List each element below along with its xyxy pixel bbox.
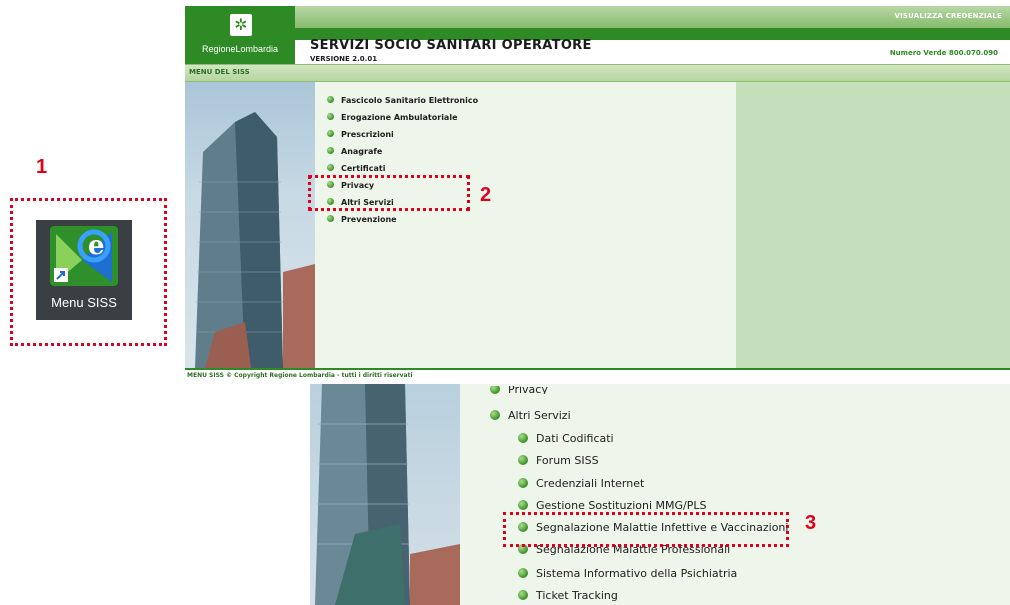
bullet-icon	[327, 96, 334, 103]
submenu-item-forum-siss[interactable]: Forum SISS	[518, 454, 599, 467]
siss-menu: Fascicolo Sanitario Elettronico Erogazio…	[315, 82, 736, 368]
bullet-icon	[327, 164, 334, 171]
menu-item-prescrizioni[interactable]: Prescrizioni	[327, 130, 394, 139]
view-credentials-link[interactable]: VISUALIZZA CREDENZIALE	[894, 12, 1002, 20]
menu-item-certificati[interactable]: Certificati	[327, 164, 385, 173]
submenu-item-credenziali[interactable]: Credenziali Internet	[518, 477, 644, 490]
page-title: SERVIZI SOCIO SANITARI OPERATORE	[310, 38, 592, 53]
menu-item-label: Fascicolo Sanitario Elettronico	[341, 96, 479, 105]
step-number-1: 1	[36, 156, 48, 178]
bullet-icon	[518, 478, 528, 488]
bullet-icon	[327, 130, 334, 137]
menu-item-label: Certificati	[341, 164, 386, 173]
menu-item-label: Prescrizioni	[341, 130, 394, 139]
logo-text: RegioneLombardia	[201, 44, 279, 54]
bullet-icon	[518, 433, 528, 443]
submenu-item-gestione-sostituzioni[interactable]: Gestione Sostituzioni MMG/PLS	[518, 499, 707, 512]
submenu-item-ticket-tracking[interactable]: Ticket Tracking	[518, 589, 618, 602]
submenu-item-dati-codificati[interactable]: Dati Codificati	[518, 432, 614, 445]
menu-item-erogazione[interactable]: Erogazione Ambulatoriale	[327, 113, 458, 122]
submenu-item-label: Gestione Sostituzioni MMG/PLS	[536, 499, 707, 512]
menu-item-label: Anagrafe	[341, 147, 383, 156]
submenu-item-label: Forum SISS	[536, 454, 599, 467]
step-number-2: 2	[480, 184, 492, 206]
title-area: SERVIZI SOCIO SANITARI OPERATORE VERSION…	[295, 38, 1010, 64]
copyright-text: MENU SISS © Copyright Regione Lombardia …	[187, 372, 413, 379]
toll-free-number: Numero Verde 800.070.090	[889, 49, 998, 57]
bullet-icon	[518, 590, 528, 600]
menu-siss-shortcut[interactable]: e Menu SISS	[36, 220, 132, 320]
submenu-parent-altri-servizi[interactable]: Altri Servizi	[490, 409, 571, 422]
step-number-3: 3	[805, 512, 817, 534]
menu-item-prevenzione[interactable]: Prevenzione	[327, 215, 397, 224]
submenu-item-label: Ticket Tracking	[536, 589, 618, 602]
menu-header: MENU DEL SISS	[185, 64, 1010, 82]
menu-header-label: MENU DEL SISS	[189, 68, 250, 76]
bullet-icon	[518, 455, 528, 465]
submenu-detail: Privacy Altri Servizi Dati Codificati Fo…	[310, 384, 1010, 605]
highlight-box-2	[308, 175, 470, 211]
bullet-icon	[518, 568, 528, 578]
skyscraper-image-detail	[315, 384, 460, 605]
bullet-icon	[518, 500, 528, 510]
submenu-item-label: Privacy	[508, 386, 548, 394]
skyscraper-image	[195, 112, 315, 368]
menu-siss-app-icon: e	[50, 226, 118, 286]
bullet-icon	[490, 386, 500, 394]
submenu-item-label: Sistema Informativo della Psichiatria	[536, 567, 738, 580]
submenu-item-label: Altri Servizi	[508, 409, 571, 422]
building-photo	[185, 82, 315, 368]
footer: MENU SISS © Copyright Regione Lombardia …	[185, 368, 1010, 382]
version-label: VERSIONE 2.0.01	[310, 55, 378, 63]
building-photo-detail	[310, 384, 460, 605]
menu-item-anagrafe[interactable]: Anagrafe	[327, 147, 382, 156]
submenu-list: Privacy Altri Servizi Dati Codificati Fo…	[460, 384, 1010, 605]
bullet-icon	[327, 113, 334, 120]
shortcut-arrow-icon	[54, 268, 68, 282]
bullet-icon	[490, 410, 500, 420]
menu-item-label: Erogazione Ambulatoriale	[341, 113, 458, 122]
submenu-item-label: Credenziali Internet	[536, 477, 645, 490]
menu-item-label: Prevenzione	[341, 215, 397, 224]
submenu-item-label: Dati Codificati	[536, 432, 614, 445]
shortcut-label: Menu SISS	[51, 295, 117, 310]
svg-text:e: e	[88, 231, 105, 261]
bullet-icon	[327, 215, 334, 222]
lombardia-rose-icon: ✲	[230, 14, 252, 36]
bullet-icon	[327, 147, 334, 154]
content-panel	[736, 82, 1010, 368]
highlight-box-3	[503, 512, 789, 547]
regione-lombardia-logo: ✲ RegioneLombardia	[185, 6, 295, 64]
submenu-cut-item: Privacy	[490, 386, 548, 394]
menu-item-fascicolo[interactable]: Fascicolo Sanitario Elettronico	[327, 96, 478, 105]
submenu-item-psichiatria[interactable]: Sistema Informativo della Psichiatria	[518, 567, 737, 580]
top-bar: VISUALIZZA CREDENZIALE	[295, 6, 1010, 28]
